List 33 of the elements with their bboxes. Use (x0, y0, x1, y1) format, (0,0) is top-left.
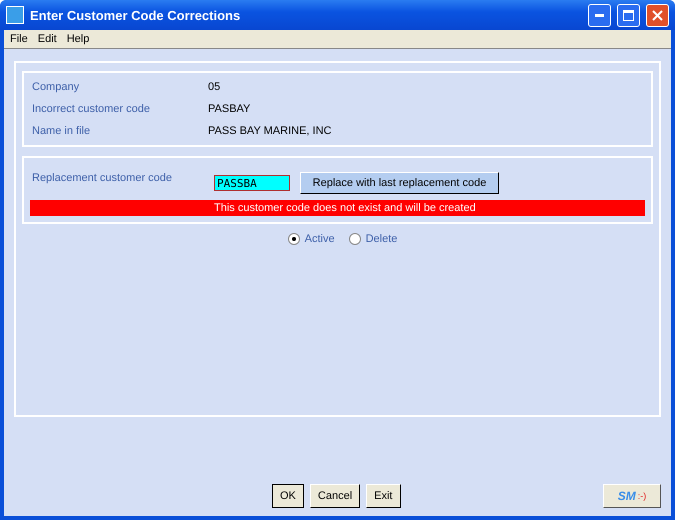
menu-item[interactable]: Help (66, 33, 90, 45)
field-label: Incorrect customer code (31, 103, 151, 115)
menu-item[interactable]: File (10, 33, 28, 45)
dialog-button[interactable]: Cancel (310, 484, 360, 508)
dialog-button[interactable]: OK (272, 484, 304, 508)
maximize-icon (623, 10, 634, 20)
replacement-code-field[interactable]: PASSBA (214, 175, 290, 191)
radio-label: Active (304, 233, 335, 245)
field-label: Company (31, 81, 80, 93)
field-value: PASS BAY MARINE, INC (208, 125, 332, 137)
warning-message: This customer code does not exist and will be created (30, 200, 645, 216)
close-button[interactable] (646, 4, 669, 26)
status-radio[interactable]: Delete (348, 233, 398, 245)
close-icon (652, 10, 663, 20)
app-icon (6, 6, 24, 24)
field-label: Replacement customer code (31, 172, 174, 184)
radio-label: Delete (366, 233, 398, 245)
field-value: 05 (208, 81, 220, 93)
minimize-icon (595, 14, 604, 16)
window-title: Enter Customer Code Corrections (30, 8, 242, 22)
radio-icon[interactable] (288, 233, 300, 245)
radio-icon[interactable] (348, 233, 361, 245)
menu-item[interactable]: Edit (38, 33, 57, 45)
status-radio[interactable]: Active (288, 233, 335, 245)
dialog-button[interactable]: Exit (366, 484, 400, 508)
field-label: Name in file (31, 125, 92, 137)
logo-button[interactable]: SM :-) (603, 484, 661, 508)
field-value: PASBAY (208, 103, 250, 115)
logo-text: SM (618, 489, 636, 503)
smiley-text: :-) (638, 491, 646, 501)
replace-button[interactable]: Replace with last replacement code (300, 172, 499, 194)
maximize-button[interactable] (617, 4, 640, 26)
minimize-button[interactable] (588, 4, 611, 26)
